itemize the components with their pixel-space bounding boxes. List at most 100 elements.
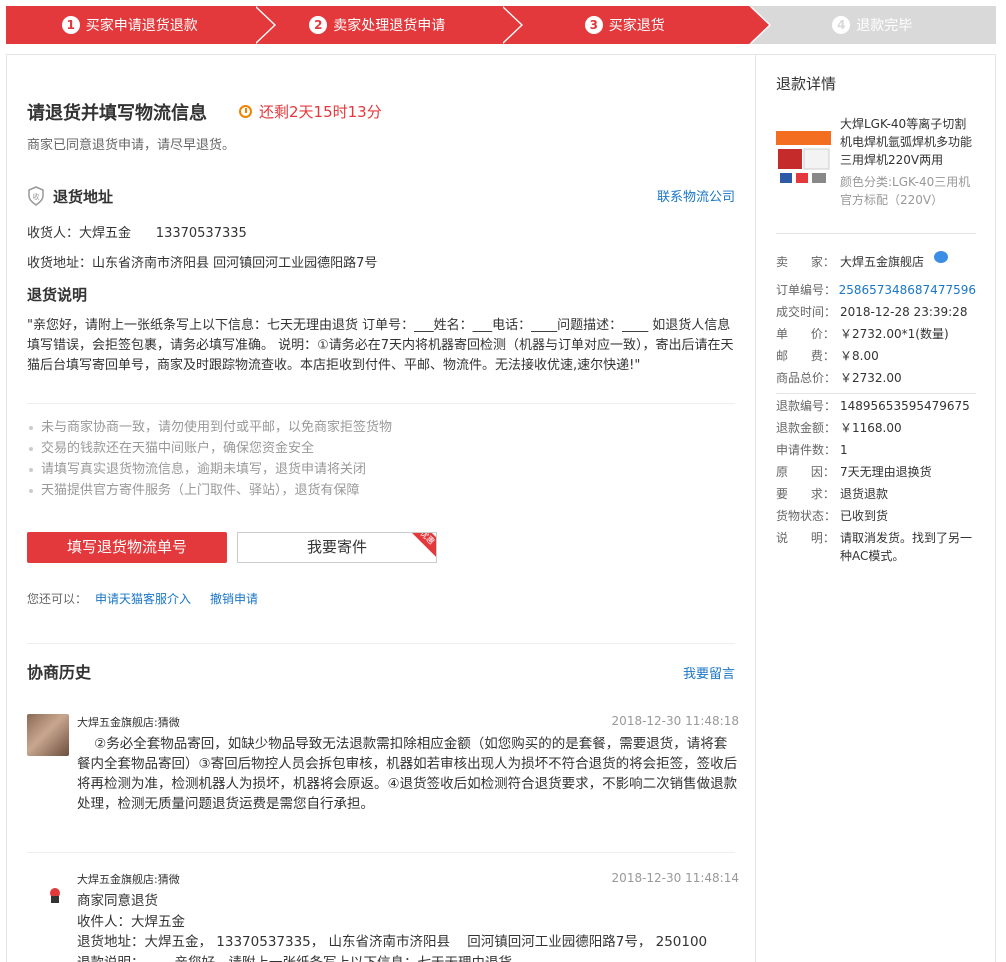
row-value: 退货退款 xyxy=(840,487,889,501)
countdown-text: 还剩2天15时13分 xyxy=(259,103,382,121)
step-1: 1 买家申请退货退款 xyxy=(6,6,276,44)
refund-row: 退款编号： 14895653595479675 xyxy=(776,395,976,417)
discount-tag: 优惠 xyxy=(407,533,436,558)
countdown: 还剩2天15时13分 xyxy=(239,101,382,122)
also-label: 您还可以： xyxy=(27,592,88,606)
tip-item: 未与商家协商一致，请勿使用到付或平邮，以免商家拒签货物 xyxy=(27,417,727,438)
chat-icon[interactable] xyxy=(934,251,949,263)
main-panel: 请退货并填写物流信息 还剩2天15时13分 商家已同意退货申请，请尽早退货。 收… xyxy=(6,54,756,962)
row-key: 订单编号： xyxy=(776,283,837,297)
row-value: 7天无理由退换货 xyxy=(840,465,932,479)
seller-row: 卖 家： 大焊五金旗舰店 xyxy=(776,251,976,273)
row-value: ￥1168.00 xyxy=(840,421,902,435)
row-key: 要 求： xyxy=(776,487,835,501)
row-key: 说 明： xyxy=(776,531,835,545)
message-author: 大焊五金旗舰店:猜微 xyxy=(77,716,180,729)
send-package-button[interactable]: 我要寄件 优惠 xyxy=(237,532,437,563)
step-number: 2 xyxy=(309,16,328,34)
row-value[interactable]: 258657348687477596 xyxy=(839,279,976,301)
row-value: 14895653595479675 xyxy=(840,399,970,413)
send-package-label: 我要寄件 xyxy=(306,538,367,556)
divider xyxy=(776,393,976,394)
step-4: 4 退款完毕 xyxy=(748,6,996,44)
row-key: 货物状态： xyxy=(776,509,837,523)
divider xyxy=(27,403,735,404)
return-notes: "亲您好，请附上一张纸条写上以下信息：七天无理由退货 订单号：___姓名：___… xyxy=(27,318,734,373)
row-value: 请取消发货。找到了另一种AC模式。 xyxy=(840,531,973,563)
row-value: 已收到货 xyxy=(840,509,889,523)
step-3: 3 买家退货 xyxy=(501,6,771,44)
message-time: 2018-12-30 11:48:18 xyxy=(611,714,739,728)
refund-row: 退款金额： ￥1168.00 xyxy=(776,417,976,439)
step-label: 买家退货 xyxy=(608,18,665,34)
step-label: 买家申请退货退款 xyxy=(85,18,198,34)
refund-row: 原 因： 7天无理由退换货 xyxy=(776,461,976,483)
location-icon: 收 xyxy=(27,186,45,206)
divider xyxy=(27,643,735,644)
row-value[interactable]: 大焊五金旗舰店 xyxy=(840,251,924,273)
message-body: ②务必全套物品寄回，如缺少物品导致无法退款需扣除相应金额（如您购买的的是套餐，需… xyxy=(77,736,738,812)
row-key: 原 因： xyxy=(776,465,835,479)
product-name[interactable]: 大焊LGK-40等离子切割机电焊机氩弧焊机多功能三用焊机220V两用 xyxy=(840,115,975,169)
return-address: 收货地址：山东省济南市济阳县 回河镇回河工业园德阳路7号 xyxy=(27,256,378,271)
tip-item: 天猫提供官方寄件服务（上门取件、驿站），退货有保障 xyxy=(27,480,727,501)
message-author: 大焊五金旗舰店:猜微 xyxy=(77,873,180,886)
refund-row: 要 求： 退货退款 xyxy=(776,483,976,505)
row-key: 成交时间： xyxy=(776,305,837,319)
clock-icon xyxy=(239,105,252,118)
step-number: 4 xyxy=(832,16,851,34)
cancel-request-link[interactable]: 撤销申请 xyxy=(210,590,258,607)
divider xyxy=(776,233,976,234)
row-value: 2018-12-28 23:39:28 xyxy=(840,305,968,319)
address-heading: 退货地址 xyxy=(53,188,114,206)
history-message: 大焊五金旗舰店:猜微 2018-12-30 11:48:18 ②务必全套物品寄回… xyxy=(27,714,739,854)
avatar xyxy=(27,714,69,756)
return-notes-heading: 退货说明 xyxy=(27,286,88,304)
history-message: 大焊五金旗舰店:猜微 2018-12-30 11:48:14 商家同意退货 收件… xyxy=(27,871,739,962)
row-value: ￥2732.00*1(数量) xyxy=(840,327,949,341)
refund-row: 货物状态： 已收到货 xyxy=(776,505,976,527)
row-key: 退款金额： xyxy=(776,421,837,435)
refund-row: 申请件数： 1 xyxy=(776,439,976,461)
row-value: ￥8.00 xyxy=(840,349,879,363)
order-row: 邮 费： ￥8.00 xyxy=(776,345,976,367)
step-number: 1 xyxy=(61,16,80,34)
row-key: 卖 家： xyxy=(776,255,835,269)
subtitle: 商家已同意退货申请，请尽早退货。 xyxy=(27,138,236,153)
refund-details-title: 退款详情 xyxy=(776,75,837,93)
fill-tracking-button[interactable]: 填写退货物流单号 xyxy=(27,532,227,563)
row-value: ￥2732.00 xyxy=(840,371,902,385)
refund-details-panel: 退款详情 大焊LGK-40等离子切割机电焊机氩弧焊机多功能三用焊机220V两用 … xyxy=(756,54,996,962)
page-title: 请退货并填写物流信息 xyxy=(27,103,207,124)
store-avatar-icon xyxy=(50,888,60,903)
tip-item: 交易的钱款还在天猫中间账户，确保您资金安全 xyxy=(27,438,727,459)
tips-list: 未与商家协商一致，请勿使用到付或平邮，以免商家拒签货物 交易的钱款还在天猫中间账… xyxy=(27,417,727,501)
request-cs-link[interactable]: 申请天猫客服介入 xyxy=(95,590,191,607)
receiver-info: 收货人：大焊五金 13370537335 xyxy=(27,226,247,241)
step-label: 卖家处理退货申请 xyxy=(333,18,446,34)
row-key: 申请件数： xyxy=(776,443,837,457)
step-number: 3 xyxy=(584,16,603,34)
contact-logistics-link[interactable]: 联系物流公司 xyxy=(657,186,735,205)
progress-steps: 1 买家申请退货退款 2 卖家处理退货申请 3 买家退货 4 退款完毕 xyxy=(6,6,996,44)
tip-item: 请填写真实退货物流信息，逾期未填写，退货申请将关闭 xyxy=(27,459,727,480)
order-row: 成交时间： 2018-12-28 23:39:28 xyxy=(776,301,976,323)
order-row: 商品总价： ￥2732.00 xyxy=(776,367,976,389)
svg-text:收: 收 xyxy=(33,192,40,201)
row-key: 单 价： xyxy=(776,327,835,341)
row-key: 商品总价： xyxy=(776,371,837,385)
product-thumbnail[interactable] xyxy=(776,127,831,187)
product-spec: 颜色分类:LGK-40三用机 官方标配（220V） xyxy=(840,175,971,207)
row-value: 1 xyxy=(840,443,848,457)
message-time: 2018-12-30 11:48:14 xyxy=(611,871,739,885)
divider xyxy=(27,852,735,853)
history-heading: 协商历史 xyxy=(27,663,92,682)
row-key: 退款编号： xyxy=(776,399,837,413)
order-row: 订单编号： 258657348687477596 xyxy=(776,279,976,301)
leave-message-link[interactable]: 我要留言 xyxy=(683,663,735,682)
refund-row: 说 明： 请取消发货。找到了另一种AC模式。 xyxy=(776,527,976,571)
row-key: 邮 费： xyxy=(776,349,835,363)
step-2: 2 卖家处理退货申请 xyxy=(253,6,523,44)
order-row: 单 价： ￥2732.00*1(数量) xyxy=(776,323,976,345)
step-label: 退款完毕 xyxy=(856,18,913,34)
